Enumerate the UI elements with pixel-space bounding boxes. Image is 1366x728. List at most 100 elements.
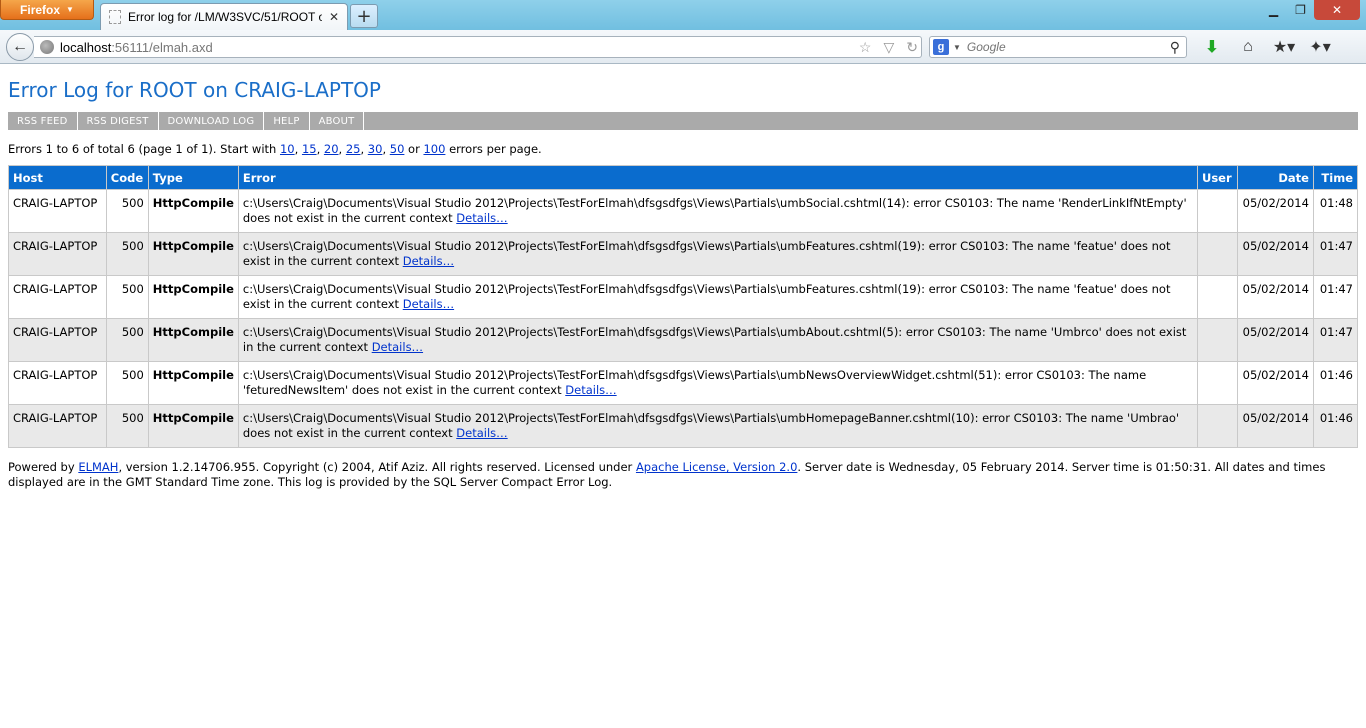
footer-middle: , version 1.2.14706.955. Copyright (c) 2… (118, 460, 636, 474)
about-link[interactable]: ABOUT (310, 112, 365, 130)
page-size-100[interactable]: 100 (423, 142, 445, 156)
arrow-left-icon: ← (12, 38, 28, 55)
cell-type: HttpCompile (147, 275, 239, 319)
google-icon[interactable]: g (933, 39, 949, 55)
error-table: Host Code Type Error User Date Time CRAI… (8, 165, 1359, 448)
summary-prefix: Errors 1 to 6 of total 6 (page 1 of 1). … (8, 142, 280, 156)
search-engine-dropdown-icon[interactable]: ▼ (953, 43, 961, 52)
restore-icon[interactable]: ❐ (1287, 0, 1314, 20)
details-link[interactable]: Details… (456, 211, 507, 225)
window-close-icon[interactable]: ✕ (1314, 0, 1360, 20)
search-input[interactable] (964, 39, 1166, 55)
col-code: Code (105, 165, 149, 190)
bookmark-star-icon[interactable]: ☆ (856, 39, 875, 56)
table-header-row: Host Code Type Error User Date Time (8, 165, 1359, 190)
table-row: CRAIG-LAPTOP 500 HttpCompile c:\Users\Cr… (8, 232, 1359, 276)
download-log-link[interactable]: DOWNLOAD LOG (159, 112, 265, 130)
extension-icon[interactable]: ✦▾ (1304, 36, 1336, 58)
page-size-10[interactable]: 10 (280, 142, 295, 156)
cell-code: 500 (105, 361, 149, 405)
details-link[interactable]: Details… (456, 426, 507, 440)
caret-down-icon: ▼ (66, 5, 74, 14)
plus-icon: + (356, 5, 372, 27)
error-message: c:\Users\Craig\Documents\Visual Studio 2… (242, 411, 1180, 440)
firefox-menu-button[interactable]: Firefox ▼ (0, 0, 94, 20)
page-size-30[interactable]: 30 (368, 142, 383, 156)
navigation-toolbar: ← localhost:56111/elmah.axd ☆ ▽ ↻ g ▼ ⚲ … (0, 30, 1366, 64)
page-size-25[interactable]: 25 (346, 142, 361, 156)
cell-host: CRAIG-LAPTOP (8, 275, 107, 319)
cell-type: HttpCompile (147, 404, 239, 448)
history-dropdown-icon[interactable]: ▽ (880, 39, 897, 56)
col-type: Type (147, 165, 239, 190)
cell-error: c:\Users\Craig\Documents\Visual Studio 2… (237, 404, 1198, 448)
table-row: CRAIG-LAPTOP 500 HttpCompile c:\Users\Cr… (8, 318, 1359, 362)
cell-host: CRAIG-LAPTOP (8, 189, 107, 233)
cell-time: 01:48 (1312, 189, 1359, 233)
cell-date: 05/02/2014 (1236, 318, 1314, 362)
rss-digest-link[interactable]: RSS DIGEST (78, 112, 159, 130)
cell-time: 01:47 (1312, 232, 1359, 276)
tab-title: Error log for /LM/W3SVC/51/ROOT on C... (128, 10, 322, 24)
page-size-50[interactable]: 50 (390, 142, 405, 156)
footer-powered-by: Powered by (8, 460, 79, 474)
col-time: Time (1312, 165, 1359, 190)
help-link[interactable]: HELP (264, 112, 310, 130)
cell-host: CRAIG-LAPTOP (8, 318, 107, 362)
speedbar: RSS FEED RSS DIGEST DOWNLOAD LOG HELP AB… (8, 112, 1358, 130)
summary-suffix: errors per page. (445, 142, 542, 156)
elmah-link[interactable]: ELMAH (78, 460, 118, 474)
minimize-icon[interactable]: ▁ (1260, 0, 1287, 20)
details-link[interactable]: Details… (403, 297, 454, 311)
cell-time: 01:47 (1312, 318, 1359, 362)
url-text[interactable]: localhost:56111/elmah.axd (60, 40, 850, 55)
summary-or: or (404, 142, 424, 156)
col-date: Date (1236, 165, 1314, 190)
page-icon (109, 10, 121, 24)
cell-type: HttpCompile (147, 232, 239, 276)
table-row: CRAIG-LAPTOP 500 HttpCompile c:\Users\Cr… (8, 404, 1359, 448)
details-link[interactable]: Details… (372, 340, 423, 354)
cell-time: 01:47 (1312, 275, 1359, 319)
rss-feed-link[interactable]: RSS FEED (8, 112, 78, 130)
details-link[interactable]: Details… (565, 383, 616, 397)
license-link[interactable]: Apache License, Version 2.0 (636, 460, 797, 474)
cell-type: HttpCompile (147, 189, 239, 233)
cell-user (1196, 318, 1238, 362)
reload-icon[interactable]: ↻ (903, 39, 921, 56)
cell-time: 01:46 (1312, 404, 1359, 448)
url-path: :56111/elmah.axd (111, 39, 213, 55)
cell-user (1196, 275, 1238, 319)
cell-user (1196, 232, 1238, 276)
address-bar[interactable]: localhost:56111/elmah.axd ☆ ▽ ↻ (34, 36, 922, 58)
page-content: Error Log for ROOT on CRAIG-LAPTOP RSS F… (0, 78, 1366, 490)
page-summary: Errors 1 to 6 of total 6 (page 1 of 1). … (8, 142, 542, 156)
browser-tab[interactable]: Error log for /LM/W3SVC/51/ROOT on C... … (100, 3, 348, 30)
page-size-20[interactable]: 20 (324, 142, 339, 156)
close-tab-icon[interactable]: ✕ (329, 10, 339, 24)
home-icon[interactable]: ⌂ (1232, 36, 1264, 58)
window-titlebar: Firefox ▼ Error log for /LM/W3SVC/51/ROO… (0, 0, 1366, 30)
cell-user (1196, 404, 1238, 448)
cell-date: 05/02/2014 (1236, 275, 1314, 319)
cell-code: 500 (105, 404, 149, 448)
cell-error: c:\Users\Craig\Documents\Visual Studio 2… (237, 189, 1198, 233)
search-icon[interactable]: ⚲ (1170, 39, 1186, 56)
error-message: c:\Users\Craig\Documents\Visual Studio 2… (242, 282, 1171, 311)
page-footer: Powered by ELMAH, version 1.2.14706.955.… (8, 460, 1358, 490)
bookmarks-icon[interactable]: ★▾ (1268, 36, 1300, 58)
new-tab-button[interactable]: + (350, 4, 378, 28)
error-message: c:\Users\Craig\Documents\Visual Studio 2… (242, 196, 1187, 225)
error-message: c:\Users\Craig\Documents\Visual Studio 2… (242, 239, 1171, 268)
table-row: CRAIG-LAPTOP 500 HttpCompile c:\Users\Cr… (8, 275, 1359, 319)
cell-code: 500 (105, 232, 149, 276)
page-size-15[interactable]: 15 (302, 142, 317, 156)
cell-type: HttpCompile (147, 318, 239, 362)
toolbar-icons: ⬇ ⌂ ★▾ ✦▾ (1196, 36, 1336, 58)
page-title: Error Log for ROOT on CRAIG-LAPTOP (8, 78, 381, 102)
cell-user (1196, 189, 1238, 233)
details-link[interactable]: Details… (403, 254, 454, 268)
back-button[interactable]: ← (6, 33, 34, 61)
download-icon[interactable]: ⬇ (1196, 36, 1228, 58)
cell-error: c:\Users\Craig\Documents\Visual Studio 2… (237, 275, 1198, 319)
